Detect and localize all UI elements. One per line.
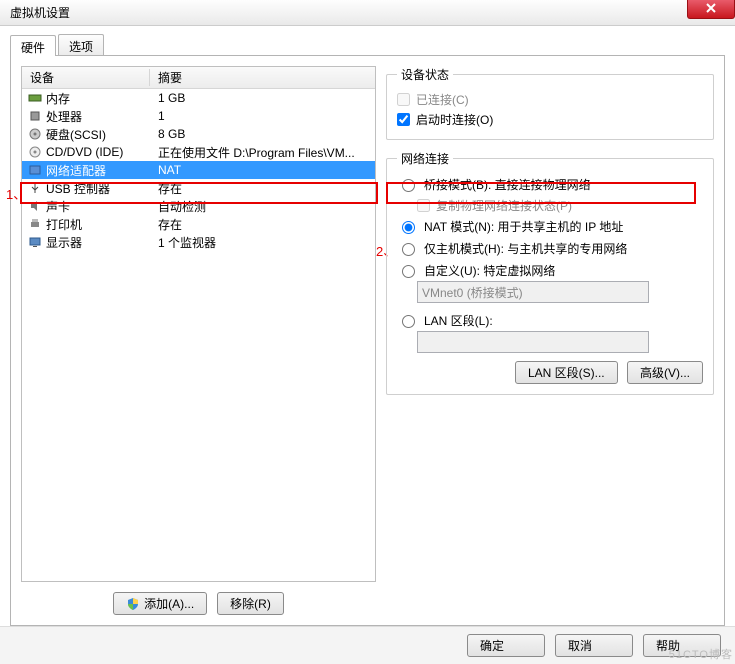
add-button[interactable]: 添加(A)... bbox=[113, 592, 207, 615]
device-name: 声卡 bbox=[46, 198, 70, 215]
sound-icon bbox=[28, 199, 42, 213]
usb-icon bbox=[28, 181, 42, 195]
header-device[interactable]: 设备 bbox=[22, 69, 150, 86]
device-status-group: 设备状态 已连接(C) 启动时连接(O) bbox=[386, 66, 714, 140]
radio-custom[interactable]: 自定义(U): 特定虚拟网络 bbox=[397, 259, 703, 281]
advanced-button[interactable]: 高级(V)... bbox=[627, 361, 703, 384]
device-name: 显示器 bbox=[46, 234, 82, 251]
device-summary: 1 个监视器 bbox=[150, 234, 375, 251]
connect-on-power-input[interactable] bbox=[397, 113, 410, 126]
device-name: 网络适配器 bbox=[46, 162, 106, 179]
device-name: CD/DVD (IDE) bbox=[46, 145, 123, 159]
ok-button[interactable]: 确定 bbox=[467, 634, 545, 657]
annotation-1: 1、 bbox=[6, 184, 26, 203]
device-row[interactable]: 打印机 存在 bbox=[22, 215, 375, 233]
header-summary[interactable]: 摘要 bbox=[150, 69, 375, 86]
device-name: USB 控制器 bbox=[46, 180, 110, 197]
cpu-icon bbox=[28, 109, 42, 123]
radio-hostonly[interactable]: 仅主机模式(H): 与主机共享的专用网络 bbox=[397, 237, 703, 259]
network-legend: 网络连接 bbox=[397, 150, 453, 167]
device-summary: 8 GB bbox=[150, 127, 375, 141]
connect-on-power-checkbox[interactable]: 启动时连接(O) bbox=[397, 109, 703, 129]
device-status-legend: 设备状态 bbox=[397, 66, 453, 83]
device-name: 硬盘(SCSI) bbox=[46, 126, 106, 143]
device-summary: 存在 bbox=[150, 216, 375, 233]
disk-icon bbox=[28, 127, 42, 141]
device-row[interactable]: 硬盘(SCSI) 8 GB bbox=[22, 125, 375, 143]
device-list[interactable]: 设备 摘要 内存 1 GB 处理器 1 硬盘(SCSI) 8 GB CD/DVD (IDE)… bbox=[21, 66, 376, 582]
shield-icon bbox=[126, 597, 140, 611]
replicate-checkbox: 复制物理网络连接状态(P) bbox=[417, 195, 703, 215]
device-row[interactable]: USB 控制器 存在 bbox=[22, 179, 375, 197]
memory-icon bbox=[28, 91, 42, 105]
radio-nat[interactable]: NAT 模式(N): 用于共享主机的 IP 地址 bbox=[397, 215, 703, 237]
watermark: 51CTO博客 bbox=[669, 646, 733, 662]
device-summary: 1 bbox=[150, 109, 375, 123]
device-summary: NAT bbox=[150, 163, 375, 177]
lan-segments-button[interactable]: LAN 区段(S)... bbox=[515, 361, 618, 384]
cancel-button[interactable]: 取消 bbox=[555, 634, 633, 657]
list-header: 设备 摘要 bbox=[22, 67, 375, 89]
device-row[interactable]: 声卡 自动检测 bbox=[22, 197, 375, 215]
connected-checkbox[interactable]: 已连接(C) bbox=[397, 89, 703, 109]
dialog-buttons: 确定 取消 帮助 bbox=[0, 626, 735, 664]
device-summary: 1 GB bbox=[150, 91, 375, 105]
custom-select: VMnet0 (桥接模式) bbox=[417, 281, 649, 303]
device-name: 处理器 bbox=[46, 108, 82, 125]
tab-options[interactable]: 选项 bbox=[58, 34, 104, 55]
device-name: 内存 bbox=[46, 90, 70, 107]
cd-icon bbox=[28, 145, 42, 159]
device-summary: 存在 bbox=[150, 180, 375, 197]
device-row[interactable]: CD/DVD (IDE) 正在使用文件 D:\Program Files\VM..… bbox=[22, 143, 375, 161]
device-name: 打印机 bbox=[46, 216, 82, 233]
close-icon bbox=[705, 2, 717, 14]
window-title: 虚拟机设置 bbox=[10, 4, 70, 21]
connected-input bbox=[397, 93, 410, 106]
titlebar: 虚拟机设置 bbox=[0, 0, 735, 26]
close-button[interactable] bbox=[687, 0, 735, 19]
printer-icon bbox=[28, 217, 42, 231]
radio-bridged[interactable]: 桥接模式(B): 直接连接物理网络 bbox=[397, 173, 703, 195]
device-row[interactable]: 显示器 1 个监视器 bbox=[22, 233, 375, 251]
tab-hardware[interactable]: 硬件 bbox=[10, 35, 56, 56]
display-icon bbox=[28, 235, 42, 249]
tab-bar: 硬件 选项 bbox=[10, 34, 725, 56]
device-row[interactable]: 网络适配器 NAT bbox=[22, 161, 375, 179]
remove-button[interactable]: 移除(R) bbox=[217, 592, 284, 615]
device-row[interactable]: 内存 1 GB bbox=[22, 89, 375, 107]
nic-icon bbox=[28, 163, 42, 177]
radio-lan[interactable]: LAN 区段(L): bbox=[397, 309, 703, 331]
device-summary: 正在使用文件 D:\Program Files\VM... bbox=[150, 144, 375, 161]
device-summary: 自动检测 bbox=[150, 198, 375, 215]
device-row[interactable]: 处理器 1 bbox=[22, 107, 375, 125]
lan-select bbox=[417, 331, 649, 353]
network-group: 网络连接 桥接模式(B): 直接连接物理网络 复制物理网络连接状态(P) NAT… bbox=[386, 150, 714, 395]
